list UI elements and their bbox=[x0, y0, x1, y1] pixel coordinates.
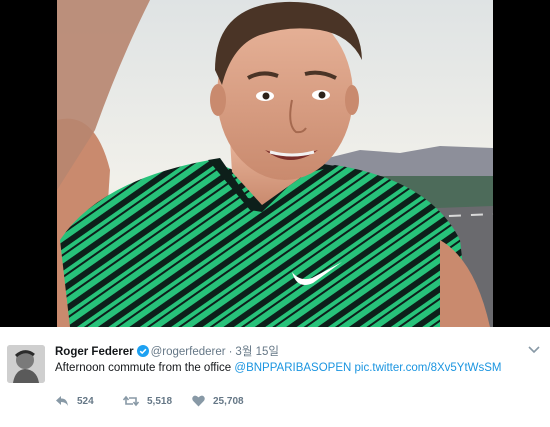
selfie-illustration bbox=[0, 0, 550, 327]
like-button[interactable]: 25,708 bbox=[192, 393, 244, 409]
retweet-count: 5,518 bbox=[147, 395, 173, 407]
verified-badge-icon bbox=[136, 345, 149, 357]
tweet-text-body: Afternoon commute from the office bbox=[55, 362, 235, 374]
reply-button[interactable]: 524 bbox=[55, 393, 94, 409]
reply-count: 524 bbox=[77, 395, 94, 407]
like-count: 25,708 bbox=[213, 395, 244, 407]
chevron-down-icon[interactable] bbox=[528, 345, 540, 355]
retweet-button[interactable]: 5,518 bbox=[123, 393, 172, 409]
author-name[interactable]: Roger Federer bbox=[55, 346, 134, 358]
tweet-card: Roger Federer @rogerfederer · 3월 15일 Aftern… bbox=[0, 327, 550, 427]
retweet-icon bbox=[123, 395, 139, 407]
photo-link[interactable]: pic.twitter.com/8Xv5YtWsSM bbox=[355, 362, 502, 374]
reply-icon bbox=[56, 396, 68, 406]
avatar[interactable] bbox=[7, 345, 45, 383]
separator: · bbox=[228, 346, 233, 358]
mention-link[interactable]: @BNPPARIBASOPEN bbox=[234, 362, 351, 374]
tweet-text: Afternoon commute from the office @BNPPA… bbox=[55, 360, 502, 376]
tweet-header: Roger Federer @rogerfederer · 3월 15일 bbox=[55, 344, 279, 360]
tweet-date[interactable]: 3월 15일 bbox=[235, 346, 279, 358]
author-handle[interactable]: @rogerfederer bbox=[151, 346, 226, 358]
heart-icon bbox=[192, 395, 205, 407]
tweet-photo[interactable] bbox=[0, 0, 550, 327]
